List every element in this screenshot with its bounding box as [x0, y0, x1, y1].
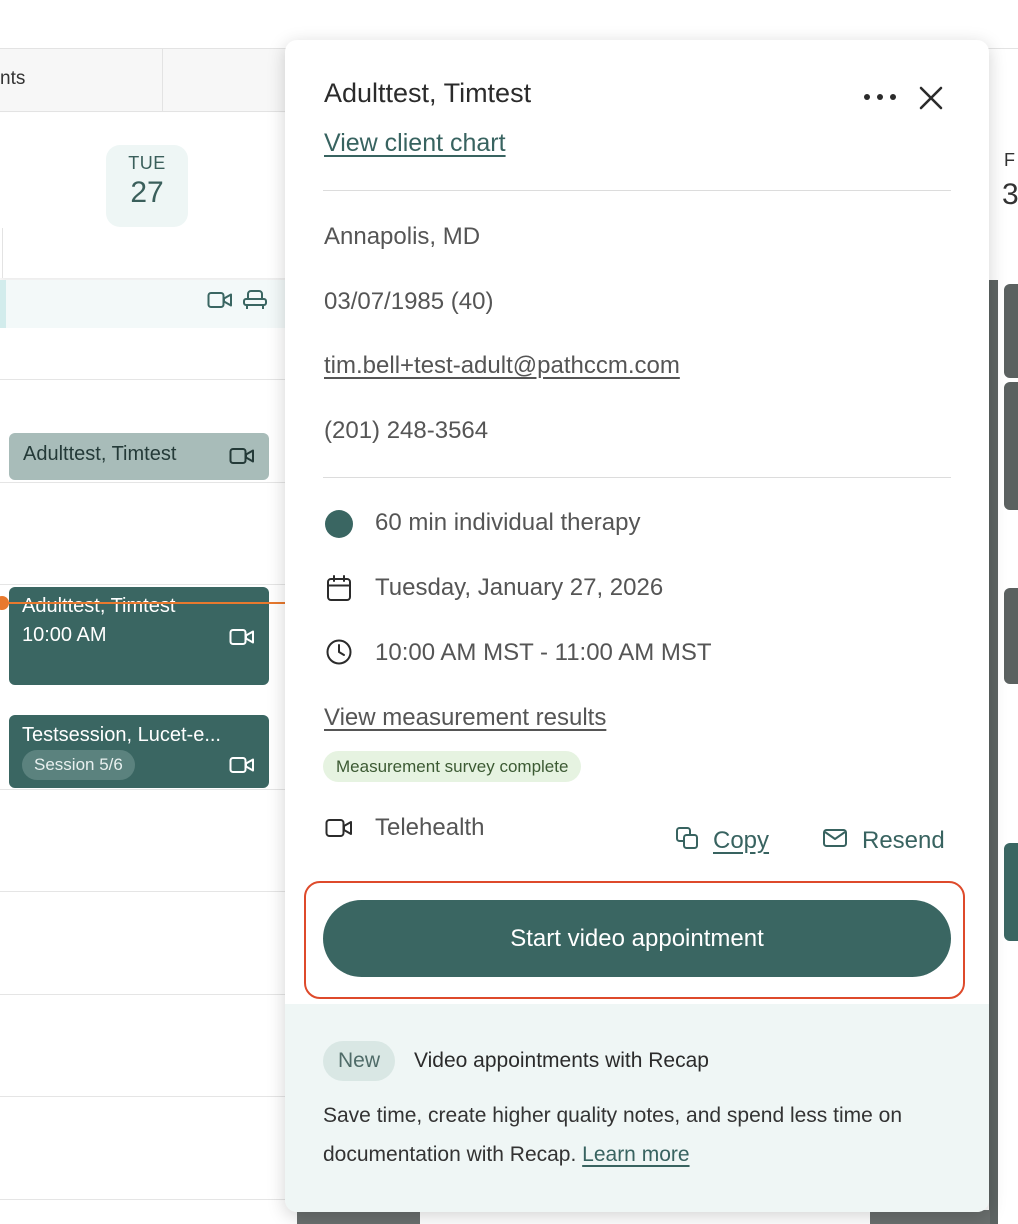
envelope-icon	[822, 827, 848, 855]
video-icon	[229, 626, 255, 648]
calendar-event-partial[interactable]	[1004, 382, 1018, 510]
client-phone: (201) 248-3564	[324, 417, 489, 444]
hour-gridline	[0, 1096, 288, 1097]
service-type: 60 min individual therapy	[375, 509, 641, 536]
client-dob: 03/07/1985 (40)	[324, 288, 494, 315]
new-badge: New	[323, 1041, 396, 1081]
scrollbar[interactable]	[989, 280, 998, 1224]
recap-promo: New Video appointments with Recap Save t…	[285, 1004, 989, 1212]
recap-description: Save time, create higher quality notes, …	[323, 1096, 953, 1174]
divider	[323, 190, 951, 191]
tab-divider	[162, 49, 163, 112]
session-badge: Session 5/6	[22, 750, 135, 780]
learn-more-link[interactable]: Learn more	[582, 1143, 689, 1166]
day-header-today[interactable]: TUE 27	[106, 145, 188, 227]
day-of-week: TUE	[128, 153, 166, 173]
video-icon	[229, 445, 255, 467]
calendar-event-partial[interactable]	[1004, 843, 1018, 941]
calendar-icon	[325, 574, 353, 602]
resend-link-button[interactable]: Resend	[822, 824, 945, 858]
event-time: 10:00 AM	[22, 624, 107, 646]
hour-gridline	[0, 789, 288, 790]
copy-icon	[675, 826, 699, 857]
video-icon	[325, 814, 353, 842]
view-measurement-results-link[interactable]: View measurement results	[324, 704, 606, 732]
hour-gridline	[0, 482, 288, 483]
all-day-event-accent	[0, 280, 6, 328]
video-icon	[229, 754, 255, 776]
calendar-tab-bar	[0, 49, 290, 112]
appointment-time: 10:00 AM MST - 11:00 AM MST	[375, 639, 712, 666]
hour-gridline	[0, 584, 288, 585]
divider	[323, 477, 951, 478]
day-of-week: F	[1004, 150, 1015, 170]
day-number: 27	[130, 176, 164, 209]
service-color-dot	[325, 510, 353, 538]
measurement-status-badge: Measurement survey complete	[323, 751, 582, 782]
start-video-appointment-button[interactable]: Start video appointment	[323, 900, 951, 977]
calendar-event-partial[interactable]	[1004, 284, 1018, 378]
event-title: Adulttest, Timtest	[22, 595, 176, 617]
recap-title: Video appointments with Recap	[414, 1049, 709, 1072]
event-title: Testsession, Lucet-e...	[22, 724, 221, 746]
view-client-chart-link[interactable]: View client chart	[324, 129, 506, 158]
close-icon[interactable]	[917, 84, 945, 112]
copy-link-button[interactable]: Copy	[675, 824, 769, 858]
client-location: Annapolis, MD	[324, 223, 481, 250]
appointment-modality: Telehealth	[375, 814, 485, 841]
video-icon	[207, 289, 233, 311]
in-office-chair-icon	[242, 289, 268, 311]
calendar-event-partial[interactable]	[1004, 588, 1018, 684]
calendar-event[interactable]: Adulttest, Timtest	[9, 433, 269, 480]
current-time-dot	[0, 596, 9, 610]
client-name: Adulttest, Timtest	[324, 78, 532, 108]
more-options-icon[interactable]	[863, 85, 897, 109]
hour-gridline	[0, 994, 288, 995]
hour-gridline	[0, 379, 288, 380]
tab-label-partial[interactable]: nts	[0, 68, 25, 90]
client-email-link[interactable]: tim.bell+test-adult@pathccm.com	[324, 352, 680, 380]
event-title: Adulttest, Timtest	[23, 443, 177, 465]
appointment-popover: Adulttest, Timtest View client chart Ann…	[285, 40, 989, 1212]
resend-label: Resend	[862, 827, 945, 854]
hour-gridline	[0, 891, 288, 892]
column-divider	[2, 228, 3, 278]
day-number: 3	[1002, 178, 1018, 211]
clock-icon	[325, 638, 353, 666]
calendar-event-partial[interactable]	[297, 1210, 420, 1224]
appointment-date: Tuesday, January 27, 2026	[375, 574, 664, 601]
calendar-event-partial[interactable]	[870, 1210, 990, 1224]
copy-label: Copy	[713, 827, 770, 854]
hour-gridline	[0, 1199, 288, 1200]
calendar-event[interactable]: Testsession, Lucet-e... Session 5/6	[9, 715, 269, 788]
current-time-line	[0, 602, 288, 604]
